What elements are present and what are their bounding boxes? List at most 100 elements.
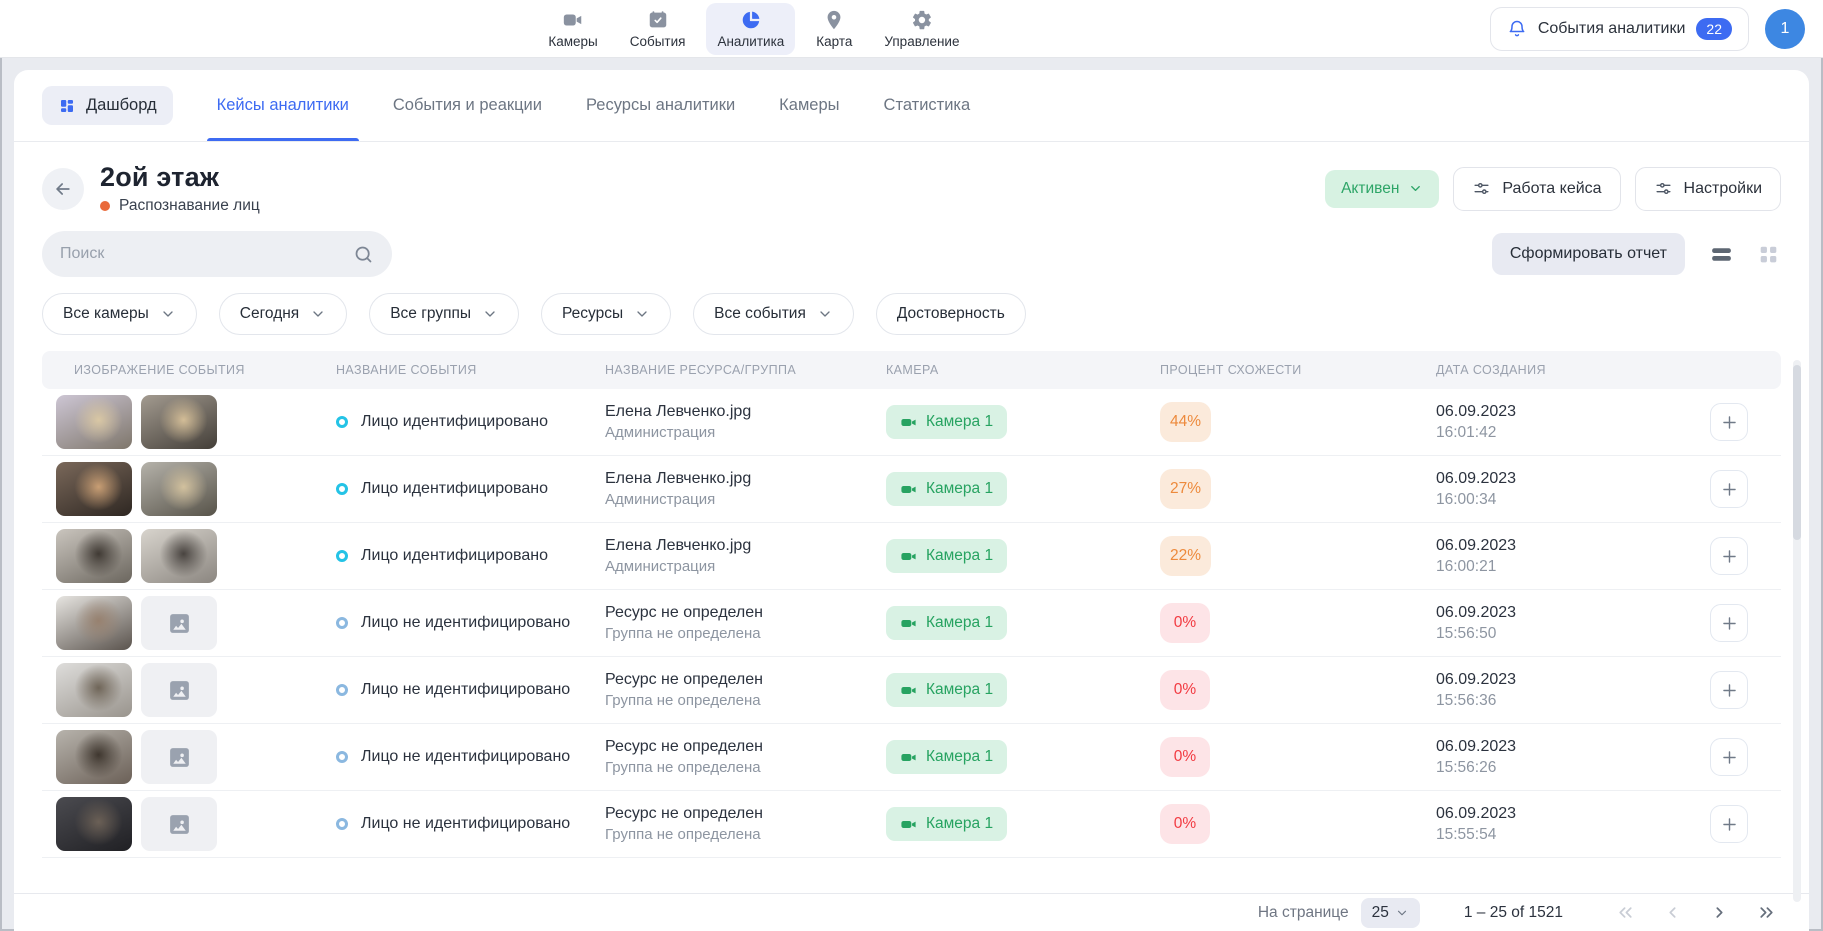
- filter-dropdown[interactable]: Все события: [693, 293, 854, 335]
- add-button[interactable]: [1710, 738, 1748, 776]
- resource-name: Елена Левченко.jpg: [605, 470, 886, 488]
- case-work-button[interactable]: Работа кейса: [1453, 167, 1620, 211]
- created-time: 16:01:42: [1436, 424, 1700, 442]
- image-placeholder: [141, 663, 217, 717]
- event-snapshot[interactable]: [56, 663, 132, 717]
- vertical-scrollbar[interactable]: [1793, 360, 1801, 902]
- case-work-label: Работа кейса: [1502, 180, 1601, 198]
- table-row[interactable]: Лицо идентифицированоЕлена Левченко.jpgА…: [42, 456, 1781, 523]
- resource-name: Ресурс не определен: [605, 738, 886, 756]
- resource-cell: Ресурс не определенГруппа не определена: [605, 604, 886, 642]
- event-snapshot[interactable]: [141, 395, 217, 449]
- camera-badge[interactable]: Камера 1: [886, 673, 1007, 707]
- filter-dropdown[interactable]: Сегодня: [219, 293, 347, 335]
- event-status-ring-icon: [336, 416, 348, 428]
- resource-cell: Ресурс не определенГруппа не определена: [605, 805, 886, 843]
- add-button[interactable]: [1710, 805, 1748, 843]
- camera-badge[interactable]: Камера 1: [886, 606, 1007, 640]
- created-date: 06.09.2023: [1436, 537, 1700, 555]
- scrollbar-thumb[interactable]: [1793, 365, 1801, 540]
- event-snapshot[interactable]: [141, 462, 217, 516]
- settings-button[interactable]: Настройки: [1635, 167, 1781, 211]
- date-cell: 06.09.202316:01:42: [1436, 403, 1700, 442]
- resource-name: Ресурс не определен: [605, 805, 886, 823]
- similarity-cell: 0%: [1160, 804, 1436, 844]
- camera-badge[interactable]: Камера 1: [886, 405, 1007, 439]
- status-dropdown[interactable]: Активен: [1325, 170, 1439, 208]
- event-snapshot[interactable]: [56, 730, 132, 784]
- nav-item-map-pin[interactable]: Карта: [805, 3, 863, 55]
- events-table: ИЗОБРАЖЕНИЕ СОБЫТИЯНАЗВАНИЕ СОБЫТИЯНАЗВА…: [14, 335, 1809, 893]
- last-page-icon[interactable]: [1756, 902, 1777, 923]
- nav-item-video-camera[interactable]: Камеры: [537, 3, 608, 55]
- date-cell: 06.09.202315:55:54: [1436, 805, 1700, 844]
- generate-report-button[interactable]: Сформировать отчет: [1492, 233, 1685, 275]
- chevron-down-icon: [634, 306, 650, 322]
- first-page-icon[interactable]: [1615, 902, 1636, 923]
- add-button[interactable]: [1710, 671, 1748, 709]
- event-snapshot[interactable]: [56, 797, 132, 851]
- tab[interactable]: Камеры: [779, 70, 839, 141]
- next-page-icon[interactable]: [1709, 902, 1730, 923]
- event-snapshot[interactable]: [56, 596, 132, 650]
- camera-cell: Камера 1: [886, 405, 1160, 439]
- table-row[interactable]: Лицо идентифицированоЕлена Левченко.jpgА…: [42, 389, 1781, 456]
- tab[interactable]: Кейсы аналитики: [217, 70, 349, 141]
- table-row[interactable]: Лицо не идентифицированоРесурс не опреде…: [42, 724, 1781, 791]
- user-avatar[interactable]: 1: [1765, 9, 1805, 49]
- filter-dropdown[interactable]: Все камеры: [42, 293, 197, 335]
- image-icon: [167, 611, 192, 636]
- case-title-block: 2ой этаж Распознавание лиц: [100, 162, 260, 215]
- per-page-select[interactable]: 25: [1361, 898, 1420, 928]
- list-view-icon[interactable]: [1709, 242, 1734, 267]
- camera-badge[interactable]: Камера 1: [886, 472, 1007, 506]
- toolbar: Сформировать отчет: [14, 215, 1809, 277]
- event-snapshot[interactable]: [56, 395, 132, 449]
- nav-item-pie-chart[interactable]: Аналитика: [706, 3, 795, 55]
- actions-cell: [1700, 537, 1781, 575]
- back-button[interactable]: [42, 168, 84, 210]
- nav-item-calendar-event[interactable]: События: [619, 3, 697, 55]
- resource-cell: Елена Левченко.jpgАдминистрация: [605, 403, 886, 441]
- created-time: 15:56:36: [1436, 692, 1700, 710]
- filter-dropdown[interactable]: Все группы: [369, 293, 519, 335]
- add-button[interactable]: [1710, 403, 1748, 441]
- tab[interactable]: Статистика: [884, 70, 971, 141]
- column-header: КАМЕРА: [886, 363, 1160, 377]
- plus-icon: [1720, 480, 1739, 499]
- case-header: 2ой этаж Распознавание лиц Активен Работ…: [14, 142, 1809, 215]
- tab[interactable]: События и реакции: [393, 70, 542, 141]
- add-button[interactable]: [1710, 537, 1748, 575]
- tab-bar: Дашборд Кейсы аналитики События и реакции…: [14, 70, 1809, 142]
- event-snapshot[interactable]: [56, 529, 132, 583]
- table-row[interactable]: Лицо идентифицированоЕлена Левченко.jpgА…: [42, 523, 1781, 590]
- resource-name: Ресурс не определен: [605, 671, 886, 689]
- event-snapshot[interactable]: [141, 529, 217, 583]
- grid-view-icon[interactable]: [1756, 242, 1781, 267]
- search-input[interactable]: [60, 245, 353, 263]
- tab-dashboard[interactable]: Дашборд: [42, 86, 173, 125]
- add-button[interactable]: [1710, 604, 1748, 642]
- camera-badge[interactable]: Камера 1: [886, 807, 1007, 841]
- camera-badge[interactable]: Камера 1: [886, 539, 1007, 573]
- add-button[interactable]: [1710, 470, 1748, 508]
- table-row[interactable]: Лицо не идентифицированоРесурс не опреде…: [42, 657, 1781, 724]
- camera-badge[interactable]: Камера 1: [886, 740, 1007, 774]
- camera-label: Камера 1: [926, 480, 993, 498]
- tab[interactable]: Ресурсы аналитики: [586, 70, 735, 141]
- event-snapshot[interactable]: [56, 462, 132, 516]
- filter-dropdown[interactable]: Достоверность: [876, 293, 1026, 335]
- camera-cell: Камера 1: [886, 740, 1160, 774]
- analytics-events-button[interactable]: События аналитики 22: [1490, 7, 1749, 51]
- prev-page-icon[interactable]: [1662, 902, 1683, 923]
- filter-label: Ресурсы: [562, 305, 623, 323]
- status-dot-icon: [100, 201, 110, 211]
- filter-label: Сегодня: [240, 305, 299, 323]
- nav-item-gear[interactable]: Управление: [873, 3, 970, 55]
- table-row[interactable]: Лицо не идентифицированоРесурс не опреде…: [42, 590, 1781, 657]
- plus-icon: [1720, 681, 1739, 700]
- search-box[interactable]: [42, 231, 392, 277]
- filter-dropdown[interactable]: Ресурсы: [541, 293, 671, 335]
- table-row[interactable]: Лицо не идентифицированоРесурс не опреде…: [42, 791, 1781, 858]
- similarity-badge: 44%: [1160, 402, 1211, 442]
